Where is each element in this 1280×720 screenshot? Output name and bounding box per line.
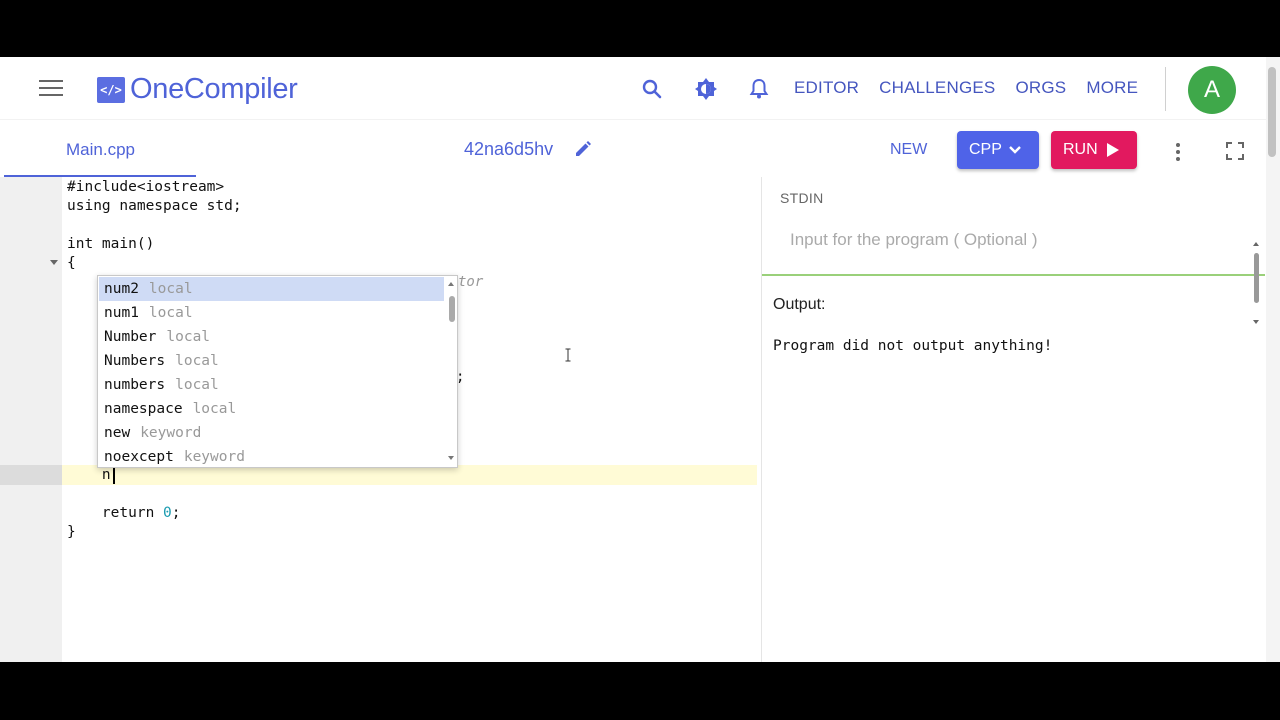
suggestion-word: Number bbox=[104, 329, 157, 345]
io-panel: STDIN Input for the program ( Optional )… bbox=[761, 177, 1265, 662]
nav-orgs[interactable]: ORGS bbox=[1015, 78, 1066, 98]
code-line: #include<iostream> bbox=[67, 179, 225, 195]
text-cursor bbox=[113, 468, 115, 484]
code-line: { bbox=[67, 255, 76, 271]
top-navbar: </> OneCompiler EDITOR CHALLENGES ORGS M… bbox=[0, 57, 1280, 119]
user-avatar[interactable]: A bbox=[1188, 66, 1236, 114]
main-nav: EDITOR CHALLENGES ORGS MORE bbox=[794, 78, 1158, 98]
language-label: CPP bbox=[969, 141, 1002, 158]
number-literal: 0 bbox=[163, 505, 172, 521]
new-button[interactable]: NEW bbox=[890, 141, 927, 159]
return-keyword: return bbox=[67, 505, 164, 521]
brand-logo[interactable]: </> OneCompiler bbox=[97, 73, 298, 106]
editor-toolbar: Main.cpp 42na6d5hv NEW CPP RUN bbox=[0, 119, 1280, 178]
stdin-input[interactable]: Input for the program ( Optional ) bbox=[790, 230, 1038, 250]
autocomplete-item[interactable]: namespace local bbox=[99, 397, 444, 421]
nav-challenges[interactable]: CHALLENGES bbox=[879, 78, 995, 98]
output-label: Output: bbox=[773, 296, 826, 313]
autocomplete-item[interactable]: noexcept keyword bbox=[99, 445, 444, 469]
suggestion-word: noexcept bbox=[104, 449, 174, 465]
output-text: Program did not output anything! bbox=[773, 338, 1053, 354]
app-screen: </> OneCompiler EDITOR CHALLENGES ORGS M… bbox=[0, 57, 1280, 662]
project-name[interactable]: 42na6d5hv bbox=[464, 139, 553, 160]
bell-icon[interactable] bbox=[747, 77, 771, 101]
line-gutter bbox=[0, 177, 62, 662]
suggestion-word: namespace bbox=[104, 401, 183, 417]
run-button[interactable]: RUN bbox=[1051, 131, 1137, 169]
suggestion-word: num1 bbox=[104, 305, 139, 321]
suggestion-word: new bbox=[104, 425, 131, 441]
autocomplete-item[interactable]: num1 local bbox=[99, 301, 444, 325]
search-icon[interactable] bbox=[640, 77, 664, 101]
suggestion-kind: local bbox=[175, 353, 219, 369]
autocomplete-item[interactable]: Numbers local bbox=[99, 349, 444, 373]
suggestion-word: Numbers bbox=[104, 353, 166, 369]
suggestion-kind: local bbox=[175, 377, 219, 393]
language-select-button[interactable]: CPP bbox=[957, 131, 1039, 169]
code-line: using namespace std; bbox=[67, 198, 242, 214]
autocomplete-scroll-thumb[interactable] bbox=[449, 296, 455, 322]
fold-arrow-icon[interactable] bbox=[50, 259, 58, 267]
fullscreen-icon[interactable] bbox=[1225, 141, 1245, 161]
autocomplete-item[interactable]: num2 local bbox=[99, 277, 444, 301]
suggestion-kind: keyword bbox=[183, 449, 245, 465]
suggestion-word: numbers bbox=[104, 377, 166, 393]
autocomplete-item[interactable]: numbers local bbox=[99, 373, 444, 397]
run-label: RUN bbox=[1063, 141, 1098, 158]
suggestion-kind: local bbox=[148, 281, 193, 297]
code-line: return 0; bbox=[67, 504, 181, 523]
suggestion-word: num2 bbox=[104, 281, 139, 297]
more-options-icon[interactable] bbox=[1174, 142, 1182, 162]
suggestion-kind: keyword bbox=[140, 425, 202, 441]
nav-more[interactable]: MORE bbox=[1086, 78, 1138, 98]
semicolon: ; bbox=[171, 505, 181, 521]
autocomplete-popup[interactable]: num2 local num1 local Number local Numbers l… bbox=[97, 275, 458, 468]
brand-name: OneCompiler bbox=[130, 73, 298, 105]
suggestion-kind: local bbox=[148, 305, 193, 321]
menu-icon[interactable] bbox=[39, 80, 63, 98]
stdin-divider bbox=[762, 274, 1265, 276]
logo-icon: </> bbox=[97, 76, 125, 103]
edit-pencil-icon[interactable] bbox=[573, 139, 593, 159]
line-number: 18 bbox=[0, 483, 757, 501]
nav-divider bbox=[1165, 67, 1166, 111]
code-line: } bbox=[67, 524, 76, 540]
play-icon bbox=[1106, 143, 1119, 157]
chevron-down-icon bbox=[1009, 146, 1021, 154]
stdin-scroll-thumb[interactable] bbox=[1254, 253, 1259, 303]
suggestion-kind: local bbox=[166, 329, 211, 345]
theme-toggle-icon[interactable] bbox=[694, 77, 718, 101]
tab-main-cpp[interactable]: Main.cpp bbox=[66, 140, 135, 160]
code-line: int main() bbox=[67, 236, 155, 252]
stdin-label: STDIN bbox=[780, 190, 824, 206]
autocomplete-item[interactable]: Number local bbox=[99, 325, 444, 349]
suggestion-kind: local bbox=[192, 401, 237, 417]
mouse-ibeam-cursor-icon bbox=[565, 348, 571, 362]
nav-editor[interactable]: EDITOR bbox=[794, 78, 859, 98]
hidden-comment-fragment: tor bbox=[458, 274, 484, 290]
page-scroll-thumb[interactable] bbox=[1268, 67, 1276, 157]
active-line-gutter bbox=[0, 465, 62, 485]
autocomplete-item[interactable]: new keyword bbox=[99, 421, 444, 445]
